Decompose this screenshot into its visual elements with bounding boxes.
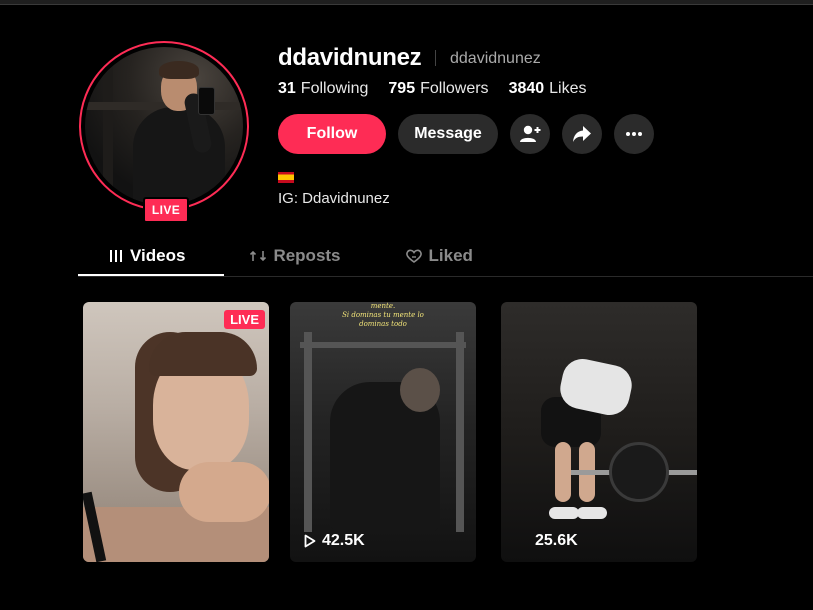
add-friend-button[interactable] bbox=[510, 114, 550, 154]
add-friend-icon bbox=[520, 125, 541, 142]
video-caption: mente. Si dominas tu mente lo dominas to… bbox=[342, 302, 424, 328]
avatar-live-badge[interactable]: LIVE bbox=[143, 197, 189, 223]
profile-stats: 31 Following 795 Followers 3840 Likes bbox=[278, 80, 587, 98]
stat-likes: 3840 Likes bbox=[509, 80, 587, 98]
play-icon bbox=[304, 534, 316, 548]
tab-liked[interactable]: Liked bbox=[373, 240, 505, 272]
stat-following[interactable]: 31 Following bbox=[278, 80, 368, 98]
share-icon bbox=[573, 126, 591, 142]
message-button[interactable]: Message bbox=[398, 114, 498, 154]
tab-videos-label: Videos bbox=[130, 246, 186, 265]
tabs-divider bbox=[78, 276, 813, 277]
avatar-image bbox=[85, 47, 243, 205]
repost-icon bbox=[250, 250, 267, 262]
likes-count: 3840 bbox=[508, 80, 545, 97]
stat-followers[interactable]: 795 Followers bbox=[388, 80, 488, 98]
video-live-badge: LIVE bbox=[224, 310, 265, 329]
video-views: 42.5K bbox=[304, 532, 365, 550]
profile-tabs: Videos Reposts Liked bbox=[78, 240, 505, 272]
profile-actions: Follow Message bbox=[278, 114, 654, 154]
profile-bio: IG: Ddavidnunez bbox=[278, 190, 390, 207]
profile-avatar[interactable]: LIVE bbox=[79, 41, 249, 223]
video-views-count: 42.5K bbox=[322, 532, 365, 549]
browser-top-border bbox=[0, 0, 813, 5]
more-button[interactable] bbox=[614, 114, 654, 154]
video-card[interactable]: mente. Si dominas tu mente lo dominas to… bbox=[290, 302, 476, 562]
tab-reposts[interactable]: Reposts bbox=[217, 240, 372, 272]
follow-button[interactable]: Follow bbox=[278, 114, 386, 154]
tab-reposts-label: Reposts bbox=[273, 246, 341, 265]
followers-label: Followers bbox=[420, 80, 489, 97]
tab-liked-label: Liked bbox=[428, 246, 473, 265]
tab-videos[interactable]: Videos bbox=[78, 240, 217, 272]
video-card[interactable]: 25.6K bbox=[501, 302, 697, 562]
video-views-count: 25.6K bbox=[535, 532, 578, 549]
more-icon bbox=[626, 132, 642, 136]
following-label: Following bbox=[300, 80, 369, 97]
liked-icon bbox=[405, 249, 422, 263]
grid-icon bbox=[110, 250, 122, 262]
following-count: 31 bbox=[278, 80, 296, 97]
video-card[interactable]: LIVE bbox=[83, 302, 269, 562]
followers-count: 795 bbox=[388, 80, 416, 97]
profile-username: ddavidnunez bbox=[278, 44, 422, 71]
name-divider bbox=[435, 50, 436, 66]
share-button[interactable] bbox=[562, 114, 602, 154]
es-flag-icon bbox=[278, 172, 294, 183]
likes-label: Likes bbox=[549, 80, 587, 97]
video-views: 25.6K bbox=[535, 532, 578, 550]
profile-nickname: ddavidnunez bbox=[450, 50, 541, 67]
